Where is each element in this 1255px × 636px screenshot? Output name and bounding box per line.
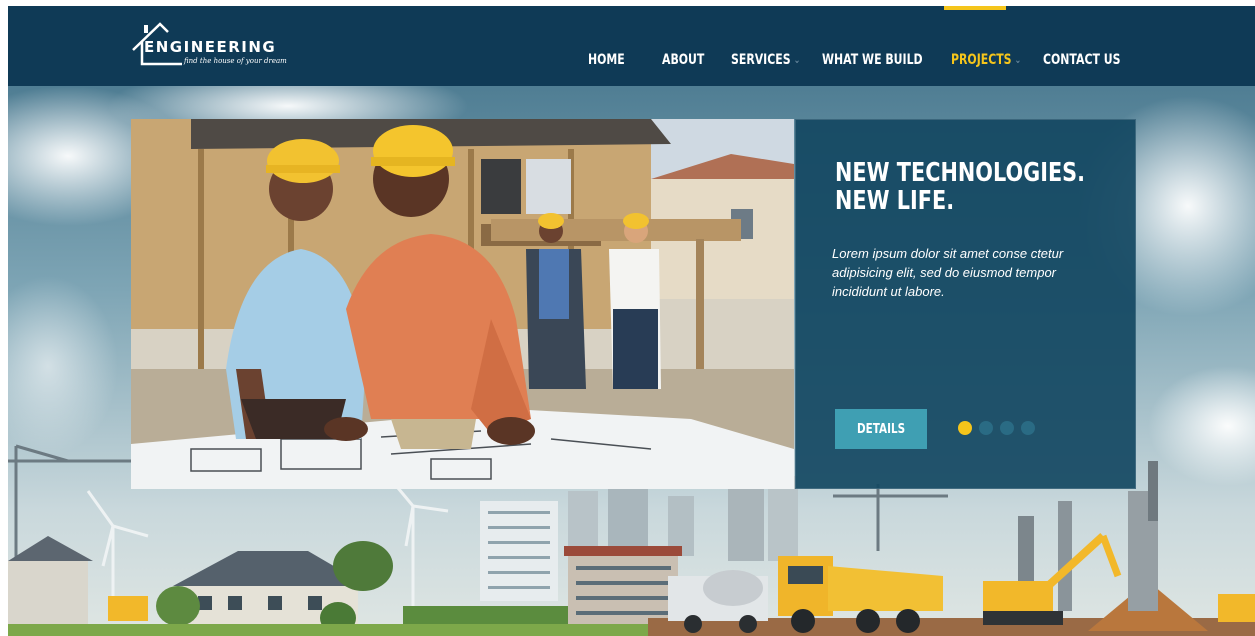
nav-item-services[interactable]: SERVICES ⌄ bbox=[731, 52, 802, 68]
nav-item-label: CONTACT US bbox=[1043, 52, 1121, 68]
nav-item-home[interactable]: HOME bbox=[588, 52, 646, 68]
details-button[interactable]: DETAILS bbox=[835, 409, 927, 449]
logo-name: ENGINEERING bbox=[144, 38, 277, 56]
main-nav: HOME ABOUT SERVICES ⌄ WHAT WE BUILD PROJE… bbox=[588, 48, 1143, 72]
slide-dot-1[interactable] bbox=[958, 421, 972, 435]
chevron-down-icon: ⌄ bbox=[793, 54, 801, 66]
slide-image bbox=[131, 119, 794, 489]
nav-item-label: WHAT WE BUILD bbox=[822, 52, 923, 68]
nav-item-what-we-build[interactable]: WHAT WE BUILD bbox=[822, 52, 923, 68]
nav-item-label: PROJECTS bbox=[951, 52, 1012, 68]
logo-tagline: find the house of your dream bbox=[184, 57, 287, 65]
nav-item-label: SERVICES bbox=[731, 52, 791, 68]
slide-heading-line: NEW LIFE. bbox=[835, 186, 955, 216]
slide-dot-4[interactable] bbox=[1021, 421, 1035, 435]
active-nav-indicator bbox=[944, 6, 1006, 10]
slide-pagination bbox=[958, 421, 1035, 435]
page: ENGINEERING find the house of your dream… bbox=[8, 6, 1255, 636]
nav-item-about[interactable]: ABOUT bbox=[662, 52, 716, 68]
chevron-down-icon: ⌄ bbox=[1014, 54, 1022, 66]
slide-description: Lorem ipsum dolor sit amet conse ctetur … bbox=[832, 246, 1064, 299]
nav-item-contact-us[interactable]: CONTACT US bbox=[1043, 52, 1121, 68]
slide-dot-3[interactable] bbox=[1000, 421, 1014, 435]
slide-heading-line: NEW TECHNOLOGIES. bbox=[835, 158, 1086, 188]
slide-caption-panel: NEW TECHNOLOGIES. NEW LIFE. Lorem ipsum … bbox=[795, 119, 1136, 489]
nav-item-label: ABOUT bbox=[662, 52, 705, 68]
site-header: ENGINEERING find the house of your dream… bbox=[8, 6, 1255, 86]
slide-dot-2[interactable] bbox=[979, 421, 993, 435]
nav-item-label: HOME bbox=[588, 52, 625, 68]
details-button-label: DETAILS bbox=[856, 421, 906, 437]
nav-item-projects[interactable]: PROJECTS ⌄ bbox=[951, 52, 1023, 68]
site-logo[interactable]: ENGINEERING find the house of your dream bbox=[130, 20, 330, 70]
slide-heading: NEW TECHNOLOGIES. NEW LIFE. bbox=[835, 158, 1086, 216]
